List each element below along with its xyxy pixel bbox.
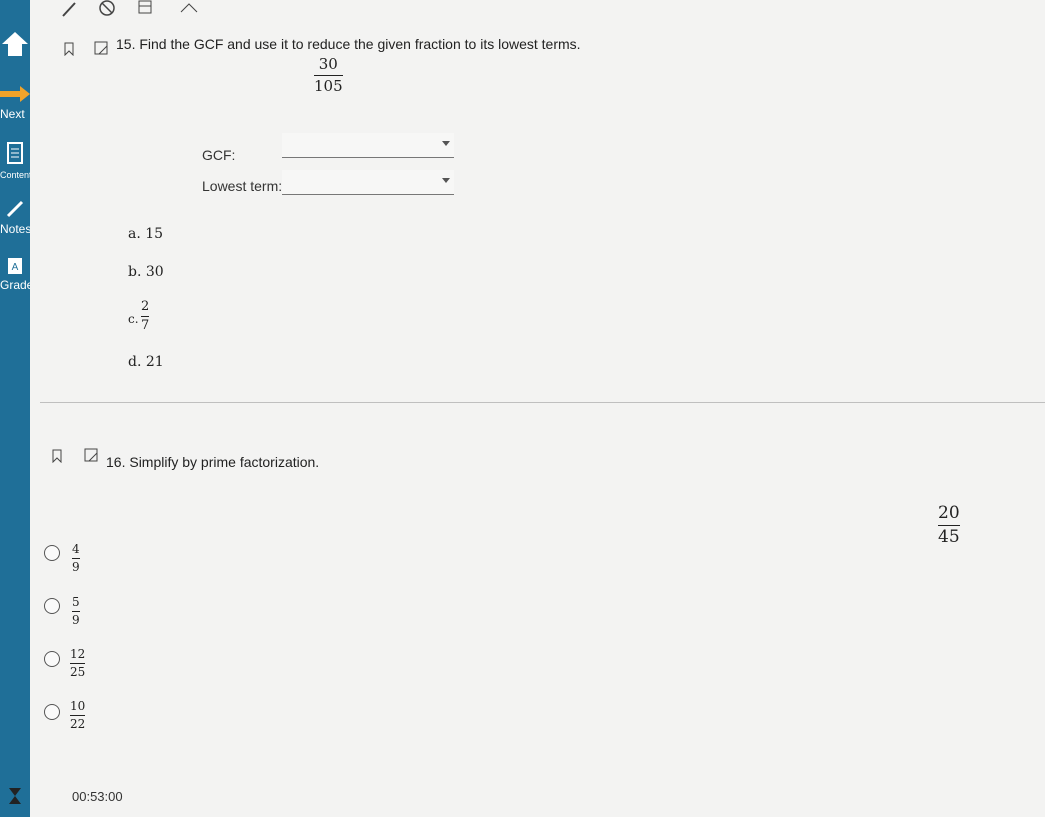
grades-label[interactable]: Grades [0,278,30,292]
note-icon[interactable] [94,41,108,55]
fraction-denominator: 9 [72,560,80,575]
fraction-numerator: 10 [70,699,86,713]
fraction-bar [70,715,86,717]
contents-label[interactable]: Contents [0,170,30,180]
radio-option-2[interactable] [44,598,60,614]
fraction-bar [141,316,150,318]
choice-d: d. 21 [128,354,164,370]
question-16-fraction: 20 45 [938,504,960,546]
fraction-denominator: 105 [314,76,343,95]
fraction-denominator: 45 [938,526,960,547]
ruler-icon[interactable] [180,0,198,18]
radio-option-1[interactable] [44,545,60,561]
home-icon[interactable] [0,28,30,63]
question-divider [40,402,1045,403]
fraction-numerator: 30 [318,55,338,73]
lowest-term-label: Lowest term: [202,178,283,194]
gcf-label: GCF: [202,147,236,163]
choice-value: 15 [145,226,164,242]
timer-text: 00:53:00 [72,789,123,804]
pencil-icon[interactable] [60,0,78,23]
contents-icon[interactable] [0,142,30,169]
hourglass-icon [0,787,30,810]
question-15-fraction: 30 105 [314,56,343,94]
fraction-bar [314,74,343,76]
fraction-numerator: 2 [141,299,150,314]
fraction-bar [72,611,80,613]
option-4-fraction: 10 22 [70,699,86,732]
radio-option-4[interactable] [44,704,60,720]
gcf-dropdown[interactable] [282,133,454,158]
notes-pencil-icon[interactable] [0,198,30,225]
chevron-down-icon[interactable] [442,141,450,146]
choice-letter: a. [128,226,141,242]
next-arrow-icon[interactable] [0,86,30,107]
question-16-text: 16. Simplify by prime factorization. [106,454,320,470]
fraction-numerator: 5 [72,595,80,609]
fraction-numerator: 20 [938,503,960,523]
note-icon[interactable] [84,448,98,462]
svg-text:A: A [12,262,19,273]
choice-c-fraction: 2 7 [141,299,150,334]
radio-option-3[interactable] [44,651,60,667]
toolbar [30,0,670,18]
choice-a: a. 15 [128,226,163,242]
sidebar: Next Contents Notes A Grades [0,0,30,817]
fraction-bar [70,663,86,665]
notes-label[interactable]: Notes [0,222,30,236]
lowest-term-dropdown[interactable] [282,170,454,195]
bookmark-icon[interactable] [64,42,74,57]
choice-value: 30 [145,264,164,280]
fraction-denominator: 7 [141,318,150,334]
bookmark-icon[interactable] [52,449,62,464]
fraction-bar [72,558,80,560]
option-2-fraction: 5 9 [72,595,80,628]
fraction-denominator: 9 [72,613,80,628]
chevron-down-icon[interactable] [442,178,450,183]
choice-letter: c. [128,312,139,326]
choice-c: c. [128,312,139,326]
next-label[interactable]: Next [0,107,25,121]
question-15-text: 15. Find the GCF and use it to reduce th… [116,36,581,52]
choice-b: b. 30 [128,264,164,280]
fraction-numerator: 12 [70,647,86,661]
fraction-denominator: 25 [70,665,86,680]
fraction-bar [938,524,960,526]
fraction-numerator: 4 [72,542,80,556]
option-1-fraction: 4 9 [72,542,80,575]
choice-letter: b. [128,264,142,280]
no-entry-icon[interactable] [98,0,116,23]
choice-value: 21 [145,354,164,370]
calculator-icon[interactable] [138,0,152,19]
option-3-fraction: 12 25 [70,647,86,680]
choice-letter: d. [128,354,142,370]
fraction-denominator: 22 [70,717,86,732]
